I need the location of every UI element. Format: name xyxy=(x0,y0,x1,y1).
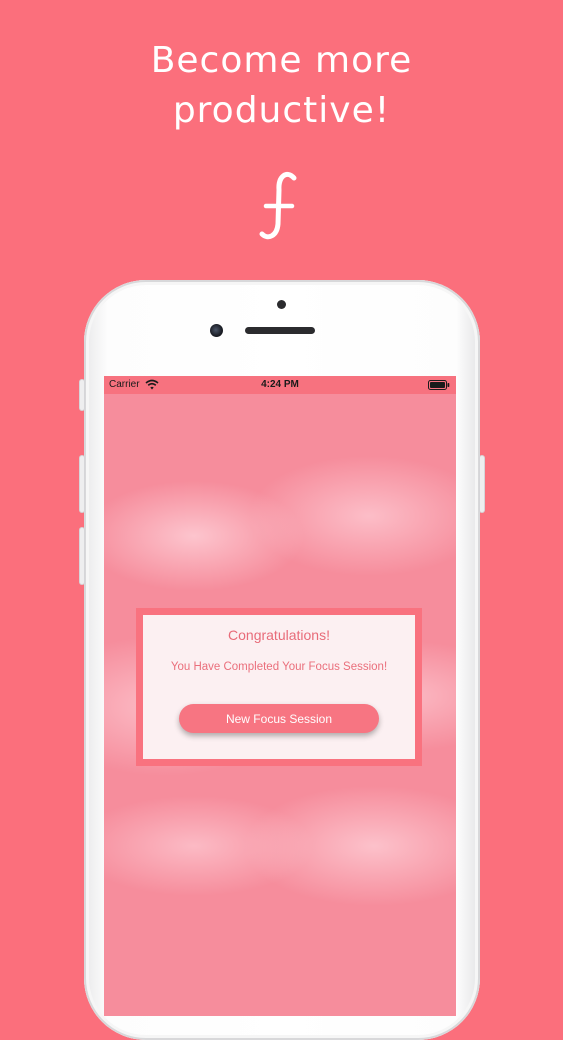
phone-earpiece-speaker xyxy=(245,327,315,334)
cursive-f-logo-icon xyxy=(259,172,297,240)
phone-screen: Carrier 4:24 PM Congratulations! You Hav… xyxy=(104,376,456,1016)
headline-line-1: Become more xyxy=(150,40,413,81)
phone-mockup: Carrier 4:24 PM Congratulations! You Hav… xyxy=(80,280,484,1040)
phone-front-camera xyxy=(210,324,223,337)
headline-line-2: productive! xyxy=(172,90,391,131)
dialog-message: You Have Completed Your Focus Session! xyxy=(170,661,388,673)
status-bar: Carrier 4:24 PM xyxy=(104,376,456,394)
new-focus-session-button[interactable]: New Focus Session xyxy=(179,704,379,733)
completion-dialog-frame: Congratulations! You Have Completed Your… xyxy=(136,608,422,766)
battery-icon xyxy=(428,380,450,390)
phone-proximity-sensor xyxy=(277,300,286,309)
headline: Become more productive! xyxy=(0,36,563,136)
phone-power-button xyxy=(480,456,484,512)
status-time: 4:24 PM xyxy=(261,379,299,390)
phone-mute-switch xyxy=(80,380,84,410)
phone-volume-down xyxy=(80,528,84,584)
dialog-title: Congratulations! xyxy=(228,627,330,643)
phone-volume-up xyxy=(80,456,84,512)
completion-dialog: Congratulations! You Have Completed Your… xyxy=(143,615,415,759)
